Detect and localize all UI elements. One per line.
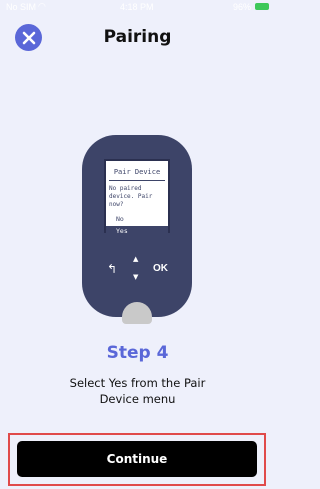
device-option-no: No [116, 215, 124, 223]
back-arrow-icon: ↰ [107, 262, 118, 276]
up-triangle-icon: ▲ [133, 255, 139, 263]
device-ok-label: OK [153, 263, 168, 274]
device-screen-title: Pair Device [113, 168, 161, 176]
wifi-icon: ◠ [38, 1, 46, 11]
page-title: Pairing [103, 27, 172, 47]
device-option-yes: Yes [106, 226, 168, 236]
status-bar: No SIM ◠ 4:18 PM 96% [0, 0, 275, 14]
device-illustration: Pair Device No paired device. Pair now? … [82, 135, 192, 324]
continue-button[interactable]: Continue [17, 441, 257, 477]
carrier-label: No SIM [6, 2, 37, 12]
device-screen-message: No paired device. Pair now? [109, 185, 153, 208]
device-knob [122, 302, 152, 324]
battery-percent: 96% [232, 2, 251, 12]
status-time: 4:18 PM [120, 2, 154, 12]
battery-icon [255, 3, 269, 10]
down-triangle-icon: ▼ [133, 273, 139, 281]
step-description: Select Yes from the Pair Device menu [69, 376, 206, 406]
step-title: Step 4 [106, 343, 169, 363]
device-screen: Pair Device No paired device. Pair now? … [104, 159, 170, 236]
